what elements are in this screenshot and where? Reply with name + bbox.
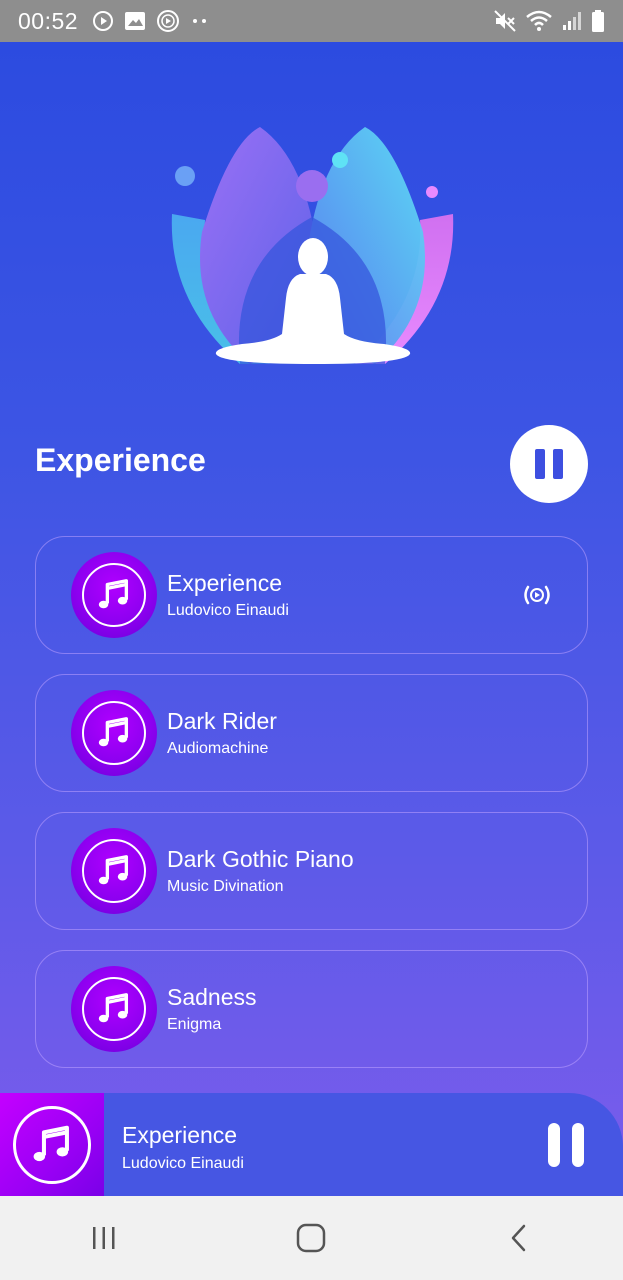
pause-icon [548, 1123, 560, 1167]
track-artist: Music Divination [167, 878, 284, 895]
music-note-glyph-icon [98, 579, 129, 609]
status-bar: 00:52 [0, 0, 623, 42]
music-note-glyph-icon [98, 855, 129, 885]
track-item-experience[interactable]: Experience Ludovico Einaudi [35, 536, 588, 654]
more-dots-icon [193, 19, 207, 23]
music-note-icon [71, 552, 157, 638]
signal-icon [563, 12, 581, 30]
media-icon [157, 10, 180, 32]
music-note-glyph-icon [98, 993, 129, 1023]
app-screen: Experience Experience Ludovico Einaudi D… [0, 42, 623, 1196]
now-playing-artist: Ludovico Einaudi [122, 1155, 244, 1172]
mini-player-pause-button[interactable] [548, 1123, 584, 1167]
track-title: Sadness [167, 984, 257, 1010]
play-circle-icon [93, 11, 114, 31]
track-artist: Audiomachine [167, 740, 269, 757]
recent-apps-icon [92, 1227, 115, 1249]
status-notification-icons [92, 9, 210, 33]
pause-button[interactable] [510, 425, 588, 503]
music-note-icon [71, 690, 157, 776]
music-note-icon [71, 828, 157, 914]
music-note-icon [71, 966, 157, 1052]
track-item-sadness[interactable]: Sadness Enigma [35, 950, 588, 1068]
track-title: Dark Rider [167, 708, 277, 734]
wifi-icon [526, 10, 552, 31]
home-icon [297, 1223, 326, 1253]
battery-icon [592, 10, 604, 32]
image-icon [125, 12, 146, 30]
now-playing-bar[interactable]: Experience Ludovico Einaudi [0, 1093, 623, 1196]
system-nav-bar [0, 1196, 623, 1280]
now-playing-artwork [0, 1093, 104, 1196]
now-playing-icon [524, 585, 550, 605]
status-time: 00:52 [18, 7, 79, 34]
track-title: Experience [167, 570, 283, 596]
track-list: Experience Ludovico Einaudi Dark Rider A… [35, 536, 588, 1088]
music-note-icon [33, 1125, 69, 1161]
back-button[interactable] [479, 1208, 559, 1268]
track-artist: Ludovico Einaudi [167, 602, 289, 619]
music-note-glyph-icon [98, 717, 129, 747]
status-system-icons [493, 9, 605, 33]
track-item-dark-rider[interactable]: Dark Rider Audiomachine [35, 674, 588, 792]
back-arrow-icon [511, 1224, 526, 1252]
pause-icon [535, 449, 545, 479]
mute-icon [494, 10, 516, 32]
now-playing-title: Experience [122, 1122, 238, 1148]
track-artist: Enigma [167, 1016, 222, 1033]
meditation-lotus-logo [171, 127, 454, 364]
recent-apps-button[interactable] [64, 1208, 144, 1268]
section-title: Experience [35, 442, 206, 478]
home-button[interactable] [271, 1208, 351, 1268]
track-item-dark-gothic-piano[interactable]: Dark Gothic Piano Music Divination [35, 812, 588, 930]
track-title: Dark Gothic Piano [167, 846, 354, 872]
